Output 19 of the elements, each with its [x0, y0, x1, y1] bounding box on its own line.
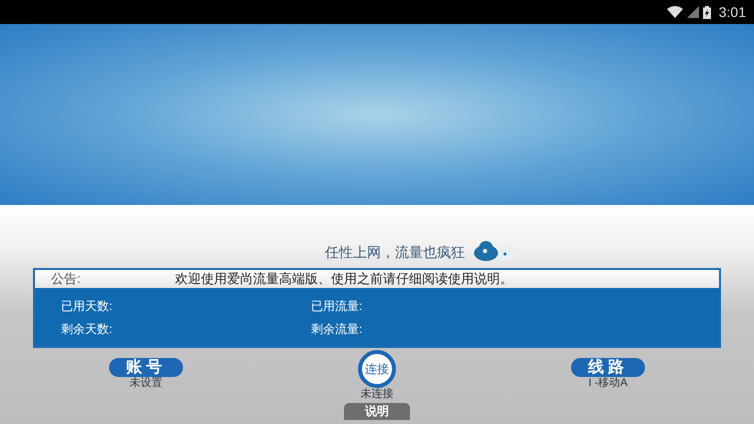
stat-label: 剩余天数:	[61, 322, 114, 336]
clock-time: 3:01	[718, 2, 746, 22]
stat-label: 已用天数:	[61, 298, 114, 312]
battery-icon	[702, 6, 711, 18]
status-text: 未设置	[130, 377, 162, 390]
slogan: 任性上网，流量也疯狂	[325, 244, 465, 262]
stat-label: 剩余流量:	[311, 322, 364, 336]
connect-button[interactable]: 连接	[358, 350, 396, 388]
status-text: I -移动A	[588, 377, 628, 390]
pill-button[interactable]: 账号	[109, 358, 183, 377]
stat-label: 已用流量:	[311, 298, 364, 312]
notice-label: 公告:	[50, 271, 82, 287]
pill-button[interactable]: 线路	[571, 358, 645, 377]
cloud-icon	[473, 240, 519, 262]
signal-icon	[686, 6, 699, 18]
wifi-icon	[666, 6, 683, 18]
notice-text: 欢迎使用爱尚流量高端版、使用之前请仔细阅读使用说明。	[175, 271, 513, 287]
status-text: 未连接	[360, 388, 394, 401]
help-button[interactable]: 说明	[344, 403, 410, 420]
